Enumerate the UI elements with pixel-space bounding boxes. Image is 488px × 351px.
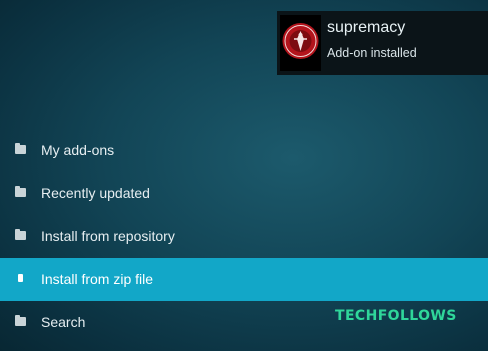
notification-title: supremacy [327,19,406,36]
addon-installed-notification: supremacy Add-on installed [277,11,488,75]
folder-icon [15,315,26,327]
menu-item-label: Install from zip file [41,271,154,287]
menu-item-label: Install from repository [41,228,175,244]
folder-icon [15,186,26,198]
supremacy-logo-icon [280,15,321,71]
notification-subtitle: Add-on installed [327,46,417,60]
menu-item-label: Search [41,314,86,330]
menu-item-label: Recently updated [41,185,150,201]
techfollows-watermark: TECHFOLLOWS [335,308,457,324]
folder-icon [15,229,26,241]
menu-item-label: My add-ons [41,142,115,158]
folder-icon [15,143,26,155]
menu-item-recently-updated[interactable]: Recently updated [0,172,488,215]
menu-item-install-from-repository[interactable]: Install from repository [0,215,488,258]
zip-icon [15,273,26,284]
menu-item-install-from-zip-file[interactable]: Install from zip file [0,258,488,301]
menu-item-my-addons[interactable]: My add-ons [0,129,488,172]
